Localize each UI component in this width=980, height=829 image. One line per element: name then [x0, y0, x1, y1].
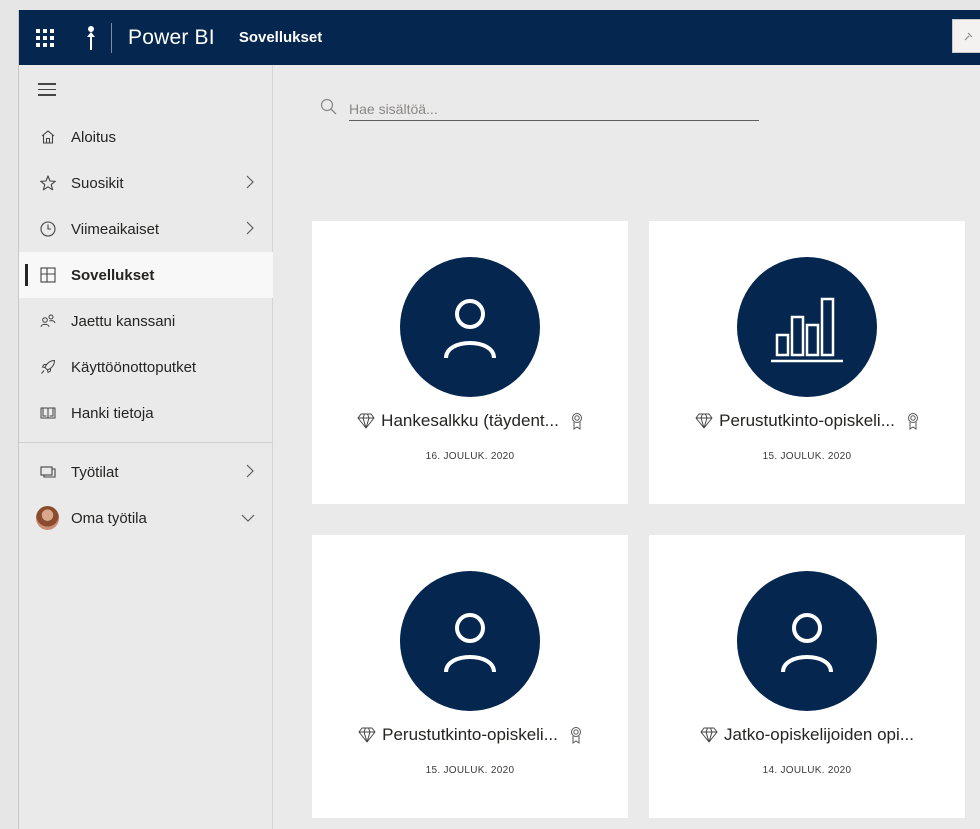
app-title[interactable]: Perustutkinto-opiskeli... [719, 411, 895, 431]
sidebar-item-shared[interactable]: Jaettu kanssani [19, 298, 273, 344]
sidebar-item-workspaces[interactable]: Työtilat [19, 449, 273, 495]
shared-icon [37, 310, 59, 332]
chevron-right-icon[interactable] [245, 464, 255, 482]
chevron-down-icon[interactable] [241, 510, 255, 527]
book-icon [37, 402, 59, 424]
certified-badge-icon [570, 726, 582, 744]
chevron-right-icon[interactable] [245, 221, 255, 239]
home-icon [37, 126, 59, 148]
app-name[interactable]: Power BI [128, 26, 215, 50]
app-card-title-row: Jatko-opiskelijoiden opi... [649, 725, 965, 745]
sidebar-item-label: Hanki tietoja [71, 404, 154, 422]
premium-diamond-icon [358, 727, 376, 743]
app-window: Power BI Sovellukset Aloitus Suosikit Vi… [18, 10, 980, 829]
app-card[interactable]: Perustutkinto-opiskeli... 15. JOULUK. 20… [312, 535, 628, 818]
app-title[interactable]: Hankesalkku (täydent... [381, 411, 559, 431]
top-bar: Power BI Sovellukset [19, 10, 980, 65]
app-card-title-row: Perustutkinto-opiskeli... [649, 411, 965, 431]
sidebar-item-recent[interactable]: Viimeaikaiset [19, 206, 273, 252]
app-title[interactable]: Jatko-opiskelijoiden opi... [724, 725, 914, 745]
person-icon [737, 571, 877, 711]
header-action-button[interactable] [952, 19, 980, 53]
header-divider [111, 22, 112, 53]
sidebar-item-home[interactable]: Aloitus [19, 114, 273, 160]
app-card[interactable]: Hankesalkku (täydent... 16. JOULUK. 2020 [312, 221, 628, 504]
app-launcher-button[interactable] [19, 10, 71, 65]
sidebar-item-pipelines[interactable]: Käyttöönottoputket [19, 344, 273, 390]
chevron-right-icon[interactable] [245, 175, 255, 193]
bar-chart-icon [737, 257, 877, 397]
workspaces-icon [37, 461, 59, 483]
hamburger-menu-icon[interactable] [38, 83, 56, 100]
sidebar-item-label: Suosikit [71, 174, 124, 192]
app-card-title-row: Perustutkinto-opiskeli... [312, 725, 628, 745]
avatar-wrapper [36, 506, 59, 530]
sidebar-item-label: Työtilat [71, 463, 119, 481]
sidebar-item-label: Sovellukset [71, 266, 155, 284]
star-icon [37, 172, 59, 194]
premium-diamond-icon [700, 727, 718, 743]
app-date: 14. JOULUK. 2020 [762, 765, 852, 776]
sidebar-item-favorites[interactable]: Suosikit [19, 160, 273, 206]
sidebar-item-apps[interactable]: Sovellukset [19, 252, 273, 298]
sidebar-item-label: Jaettu kanssani [71, 312, 176, 330]
pin-icon [964, 32, 973, 41]
person-icon [400, 257, 540, 397]
rocket-icon [37, 356, 59, 378]
app-date: 15. JOULUK. 2020 [762, 451, 852, 462]
app-title[interactable]: Perustutkinto-opiskeli... [382, 725, 558, 745]
premium-diamond-icon [357, 413, 375, 429]
sidebar-item-my-workspace[interactable]: Oma työtila [19, 495, 273, 541]
sidebar-item-label: Viimeaikaiset [71, 220, 160, 238]
waffle-icon [36, 28, 54, 47]
apps-icon [37, 264, 59, 286]
app-date: 16. JOULUK. 2020 [425, 451, 515, 462]
premium-diamond-icon [695, 413, 713, 429]
app-card[interactable]: Jatko-opiskelijoiden opi... 14. JOULUK. … [649, 535, 965, 818]
search-input[interactable] [349, 97, 759, 121]
sidebar-item-get-data[interactable]: Hanki tietoja [19, 390, 273, 436]
power-bi-logo-icon [71, 10, 111, 65]
app-card[interactable]: Perustutkinto-opiskeli... 15. JOULUK. 20… [649, 221, 965, 504]
sidebar-nav: Aloitus Suosikit Viimeaikaiset Sovelluks… [19, 114, 273, 541]
search-icon [319, 97, 339, 122]
certified-badge-icon [907, 412, 919, 430]
app-card-title-row: Hankesalkku (täydent... [312, 411, 628, 431]
clock-icon [37, 218, 59, 240]
sidebar: Aloitus Suosikit Viimeaikaiset Sovelluks… [19, 65, 273, 829]
breadcrumb[interactable]: Sovellukset [239, 29, 322, 46]
app-date: 15. JOULUK. 2020 [425, 765, 515, 776]
certified-badge-icon [571, 412, 583, 430]
avatar [36, 506, 59, 530]
sidebar-item-label: Oma työtila [71, 509, 147, 527]
search-box [319, 91, 759, 123]
sidebar-item-label: Aloitus [71, 128, 117, 146]
main-content: Hankesalkku (täydent... 16. JOULUK. 2020… [274, 65, 980, 829]
person-icon [400, 571, 540, 711]
sidebar-divider [19, 442, 273, 443]
sidebar-item-label: Käyttöönottoputket [71, 358, 197, 376]
